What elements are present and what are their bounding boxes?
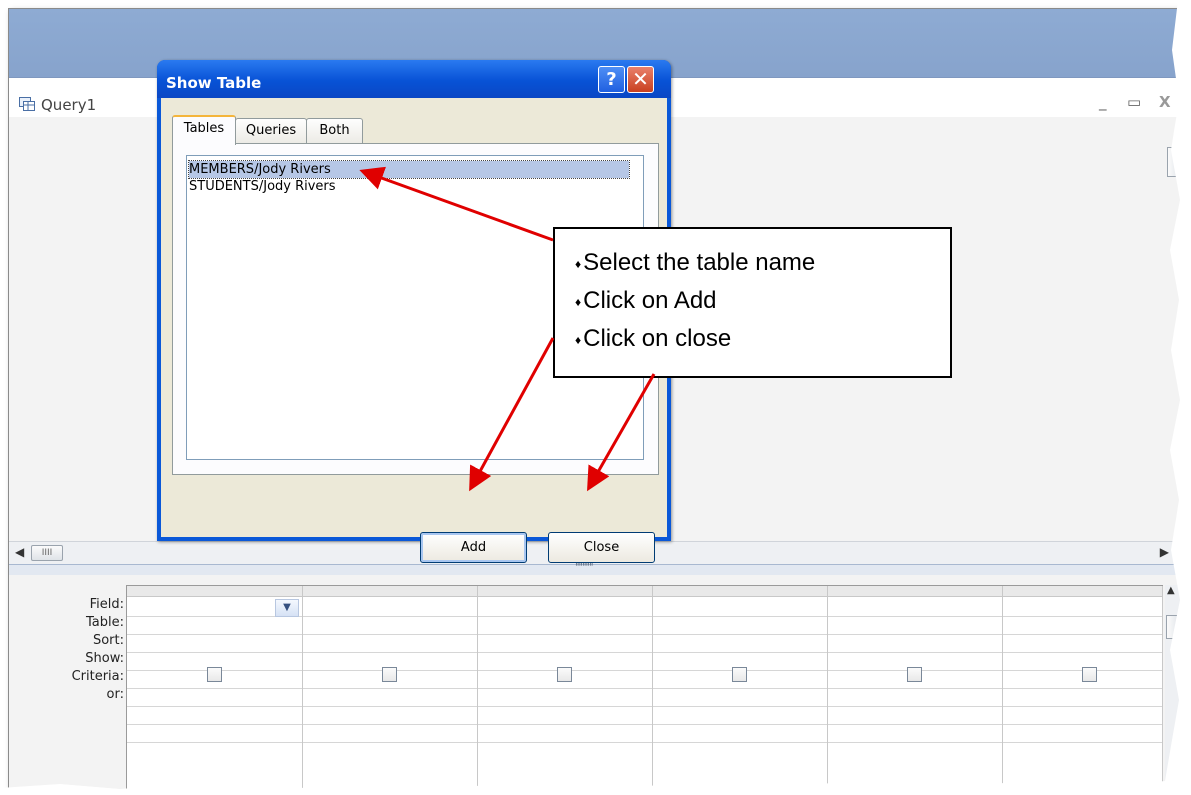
show-checkbox-1[interactable] bbox=[207, 667, 222, 682]
list-item-students[interactable]: STUDENTS/Jody Rivers bbox=[189, 178, 629, 195]
show-checkbox-6[interactable] bbox=[1082, 667, 1097, 682]
show-checkbox-2[interactable] bbox=[382, 667, 397, 682]
splitter-grip[interactable]: '''''''''' bbox=[575, 562, 593, 573]
callout-text-3: Click on close bbox=[583, 325, 732, 352]
list-item-members[interactable]: MEMBERS/Jody Rivers bbox=[188, 160, 630, 179]
show-checkbox-5[interactable] bbox=[907, 667, 922, 682]
design-vertical-scroll-thumb[interactable] bbox=[1167, 147, 1181, 177]
tab-tables[interactable]: Tables bbox=[172, 115, 236, 145]
diamond-bullet-icon: ♦ bbox=[575, 256, 582, 271]
grid-column-2[interactable] bbox=[302, 586, 478, 791]
dialog-title-bar[interactable]: Show Table ? ✕ bbox=[157, 60, 671, 98]
callout-line-1: ♦Select the table name bbox=[575, 249, 815, 277]
help-icon[interactable]: ? bbox=[598, 66, 625, 93]
grid-column-6[interactable] bbox=[1002, 586, 1163, 791]
minimize-button[interactable]: _ bbox=[1099, 93, 1107, 111]
tab-queries[interactable]: Queries bbox=[235, 118, 307, 143]
show-checkbox-3[interactable] bbox=[557, 667, 572, 682]
grid-column-3[interactable] bbox=[477, 586, 653, 791]
design-grid-table[interactable]: ▼ bbox=[126, 585, 1163, 791]
add-button[interactable]: Add bbox=[420, 532, 527, 563]
instruction-callout: ♦Select the table name ♦Click on Add ♦Cl… bbox=[553, 227, 952, 378]
scroll-down-arrow-icon[interactable]: ▼ bbox=[1167, 771, 1175, 782]
show-checkbox-4[interactable] bbox=[732, 667, 747, 682]
row-label-field: Field: bbox=[89, 597, 124, 612]
scroll-up-arrow-icon[interactable]: ▲ bbox=[1167, 585, 1175, 596]
row-label-criteria: Criteria: bbox=[71, 669, 124, 684]
query-table-icon bbox=[19, 97, 35, 111]
grid-vertical-scrollbar[interactable]: ▲ ▼ bbox=[1165, 585, 1181, 785]
grid-column-4[interactable] bbox=[652, 586, 828, 791]
row-label-show: Show: bbox=[85, 651, 124, 666]
close-window-button[interactable]: X bbox=[1159, 93, 1171, 111]
scroll-left-arrow-icon[interactable]: ◀ bbox=[15, 545, 24, 559]
grid-column-5[interactable] bbox=[827, 586, 1003, 791]
tab-both[interactable]: Both bbox=[306, 118, 363, 143]
close-icon[interactable]: ✕ bbox=[627, 66, 654, 93]
scroll-right-arrow-icon[interactable]: ▶ bbox=[1160, 545, 1169, 559]
screenshot: Query1 _ ▭ X ◀ IIII ▶ '''''''''' Field: … bbox=[0, 0, 1191, 795]
diamond-bullet-icon: ♦ bbox=[575, 332, 582, 347]
callout-line-2: ♦Click on Add bbox=[575, 287, 717, 315]
query-tab-title[interactable]: Query1 bbox=[41, 96, 96, 114]
callout-text-2: Click on Add bbox=[583, 287, 717, 314]
chevron-down-icon[interactable]: ▼ bbox=[275, 599, 299, 617]
row-label-sort: Sort: bbox=[92, 633, 124, 648]
diamond-bullet-icon: ♦ bbox=[575, 294, 582, 309]
query-design-grid: Field: Table: Sort: Show: Criteria: or: bbox=[9, 575, 1181, 791]
scroll-thumb[interactable]: IIII bbox=[31, 545, 63, 561]
callout-line-3: ♦Click on close bbox=[575, 325, 731, 353]
row-label-table: Table: bbox=[86, 615, 124, 630]
callout-text-1: Select the table name bbox=[583, 249, 816, 276]
restore-button[interactable]: ▭ bbox=[1127, 93, 1141, 111]
dialog-title: Show Table bbox=[166, 74, 262, 92]
row-label-or: or: bbox=[106, 687, 124, 702]
close-button[interactable]: Close bbox=[548, 532, 655, 563]
grid-vertical-scroll-thumb[interactable] bbox=[1166, 615, 1181, 639]
